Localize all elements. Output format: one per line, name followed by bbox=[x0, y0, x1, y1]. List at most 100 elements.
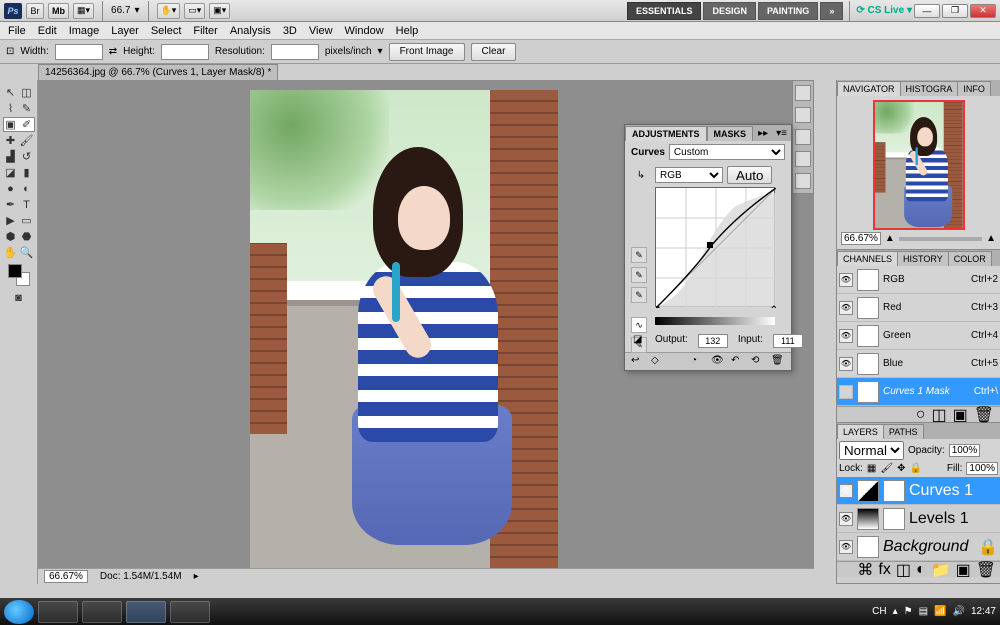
tab-history[interactable]: HISTORY bbox=[897, 251, 949, 266]
front-image-button[interactable]: Front Image bbox=[389, 43, 465, 61]
delete-layer-icon[interactable]: 🗑 bbox=[976, 560, 996, 580]
close-button[interactable]: ✕ bbox=[970, 4, 996, 18]
return-to-list-icon[interactable]: ↩ bbox=[631, 355, 645, 369]
tab-info[interactable]: INFO bbox=[957, 81, 991, 96]
menu-3d[interactable]: 3D bbox=[283, 25, 297, 37]
opacity-field[interactable]: 100% bbox=[949, 444, 981, 457]
tab-masks[interactable]: MASKS bbox=[707, 126, 754, 141]
lasso-tool[interactable]: ⌇ bbox=[4, 102, 18, 116]
tray-volume-icon[interactable]: 🔊 bbox=[953, 606, 965, 617]
eye-icon[interactable]: 👁 bbox=[839, 540, 853, 554]
layer-fx-icon[interactable]: fx bbox=[878, 561, 890, 579]
minimize-button[interactable]: — bbox=[914, 4, 940, 18]
panel-collapse-icon[interactable]: ▸▸ bbox=[754, 128, 772, 139]
channel-rgb[interactable]: 👁RGBCtrl+2 bbox=[837, 266, 1000, 294]
reset-icon[interactable]: ⟲ bbox=[751, 355, 765, 369]
width-field[interactable] bbox=[55, 44, 103, 60]
tab-histogram[interactable]: HISTOGRA bbox=[900, 81, 959, 96]
tab-color[interactable]: COLOR bbox=[948, 251, 992, 266]
expand-view-icon[interactable]: ◇ bbox=[651, 355, 665, 369]
eraser-tool[interactable]: ◪ bbox=[4, 166, 18, 180]
dock-icon-3[interactable] bbox=[795, 129, 811, 145]
lock-pixels-icon[interactable]: 🖌 bbox=[880, 463, 893, 474]
tab-paths[interactable]: PATHS bbox=[883, 424, 924, 439]
arrange-button[interactable]: ▭▾ bbox=[184, 3, 205, 19]
previous-state-icon[interactable]: ↶ bbox=[731, 355, 745, 369]
3d-tool[interactable]: ⬢ bbox=[4, 230, 18, 244]
lock-position-icon[interactable]: ✥ bbox=[897, 463, 905, 474]
hand-tool[interactable]: ✋ bbox=[4, 246, 18, 260]
layer-levels-1[interactable]: 👁Levels 1 bbox=[837, 505, 1000, 533]
channel-blue[interactable]: 👁BlueCtrl+5 bbox=[837, 350, 1000, 378]
auto-button[interactable]: Auto bbox=[727, 166, 772, 184]
3d-camera-tool[interactable]: ⬣ bbox=[20, 230, 34, 244]
crop-tool[interactable]: ▣ bbox=[4, 118, 18, 132]
menu-edit[interactable]: Edit bbox=[38, 25, 57, 37]
blend-mode-select[interactable]: Normal bbox=[839, 441, 904, 460]
tray-network-icon[interactable]: 📶 bbox=[934, 606, 946, 617]
dock-icon-4[interactable] bbox=[795, 151, 811, 167]
status-zoom[interactable]: 66.67% bbox=[44, 570, 88, 583]
workspace-essentials[interactable]: ESSENTIALS bbox=[627, 2, 702, 20]
navigator-zoom[interactable]: 66.67% bbox=[841, 232, 881, 245]
menu-filter[interactable]: Filter bbox=[193, 25, 217, 37]
workspace-painting[interactable]: PAINTING bbox=[758, 2, 818, 20]
brush-tool[interactable]: 🖌 bbox=[20, 134, 34, 148]
zoom-out-icon[interactable]: ▲ bbox=[885, 233, 895, 244]
zoom-tool[interactable]: 🔍 bbox=[20, 246, 34, 260]
layer-mask-icon[interactable]: ◫ bbox=[896, 560, 911, 580]
eyedropper-black-icon[interactable]: ✎ bbox=[631, 247, 647, 263]
layer-group-icon[interactable]: 📁 bbox=[931, 560, 951, 580]
toggle-visibility-icon[interactable]: 👁 bbox=[711, 355, 725, 369]
swap-icon[interactable]: ⇄ bbox=[109, 46, 117, 57]
height-field[interactable] bbox=[161, 44, 209, 60]
fill-field[interactable]: 100% bbox=[966, 462, 998, 475]
delete-adjustment-icon[interactable]: 🗑 bbox=[771, 355, 785, 369]
eye-icon[interactable] bbox=[839, 385, 853, 399]
channel-select[interactable]: RGB bbox=[655, 167, 723, 183]
shape-tool[interactable]: ▭ bbox=[20, 214, 34, 228]
tab-adjustments[interactable]: ADJUSTMENTS bbox=[625, 126, 707, 141]
status-doc[interactable]: Doc: 1.54M/1.54M bbox=[100, 571, 182, 582]
tray-overflow-icon[interactable]: ▴ bbox=[893, 606, 898, 617]
channel-curves-mask[interactable]: Curves 1 MaskCtrl+\ bbox=[837, 378, 1000, 406]
adjustments-panel[interactable]: ADJUSTMENTS MASKS ▸▸ ▾≡ Curves Custom ↳ … bbox=[624, 124, 792, 371]
channel-red[interactable]: 👁RedCtrl+3 bbox=[837, 294, 1000, 322]
input-field[interactable] bbox=[773, 334, 803, 348]
eye-icon[interactable]: 👁 bbox=[839, 512, 853, 526]
resolution-field[interactable] bbox=[271, 44, 319, 60]
quick-mask-toggle[interactable]: ◙ bbox=[11, 290, 27, 305]
dock-icon-1[interactable] bbox=[795, 85, 811, 101]
tray-flag-icon[interactable]: ⚑ bbox=[904, 606, 913, 617]
preset-select[interactable]: Custom bbox=[669, 144, 785, 160]
task-lightroom[interactable] bbox=[82, 601, 122, 623]
eye-icon[interactable]: 👁 bbox=[839, 301, 853, 315]
maximize-button[interactable]: ❐ bbox=[942, 4, 968, 18]
menu-help[interactable]: Help bbox=[396, 25, 419, 37]
menu-image[interactable]: Image bbox=[69, 25, 100, 37]
delete-channel-icon[interactable]: 🗑 bbox=[974, 405, 994, 425]
output-field[interactable] bbox=[698, 334, 728, 348]
minibridge-button[interactable]: Mb bbox=[48, 3, 69, 19]
gradient-tool[interactable]: ▮ bbox=[20, 166, 34, 180]
eyedropper-tool[interactable]: ✐ bbox=[20, 118, 34, 132]
type-tool[interactable]: T bbox=[20, 198, 34, 212]
history-brush-tool[interactable]: ↺ bbox=[20, 150, 34, 164]
navigator-thumbnail[interactable] bbox=[873, 100, 965, 230]
hand-tool-button[interactable]: ✋▾ bbox=[157, 3, 181, 19]
pen-tool[interactable]: ✒ bbox=[4, 198, 18, 212]
eyedropper-gray-icon[interactable]: ✎ bbox=[631, 267, 647, 283]
tray-app-icon[interactable]: ▤ bbox=[919, 606, 928, 617]
clip-to-layer-icon[interactable]: ◔ bbox=[691, 355, 705, 369]
menu-select[interactable]: Select bbox=[151, 25, 182, 37]
targeted-adjust-icon[interactable]: ↳ bbox=[631, 170, 651, 181]
curve-graph[interactable] bbox=[655, 187, 775, 307]
menu-analysis[interactable]: Analysis bbox=[230, 25, 271, 37]
zoom-slider[interactable] bbox=[899, 237, 982, 241]
eye-icon[interactable]: 👁 bbox=[839, 329, 853, 343]
menu-file[interactable]: File bbox=[8, 25, 26, 37]
layer-curves-1[interactable]: 👁Curves 1 bbox=[837, 477, 1000, 505]
quick-select-tool[interactable]: ✎ bbox=[20, 102, 34, 116]
eye-icon[interactable]: 👁 bbox=[839, 273, 853, 287]
task-photoshop[interactable] bbox=[126, 601, 166, 623]
